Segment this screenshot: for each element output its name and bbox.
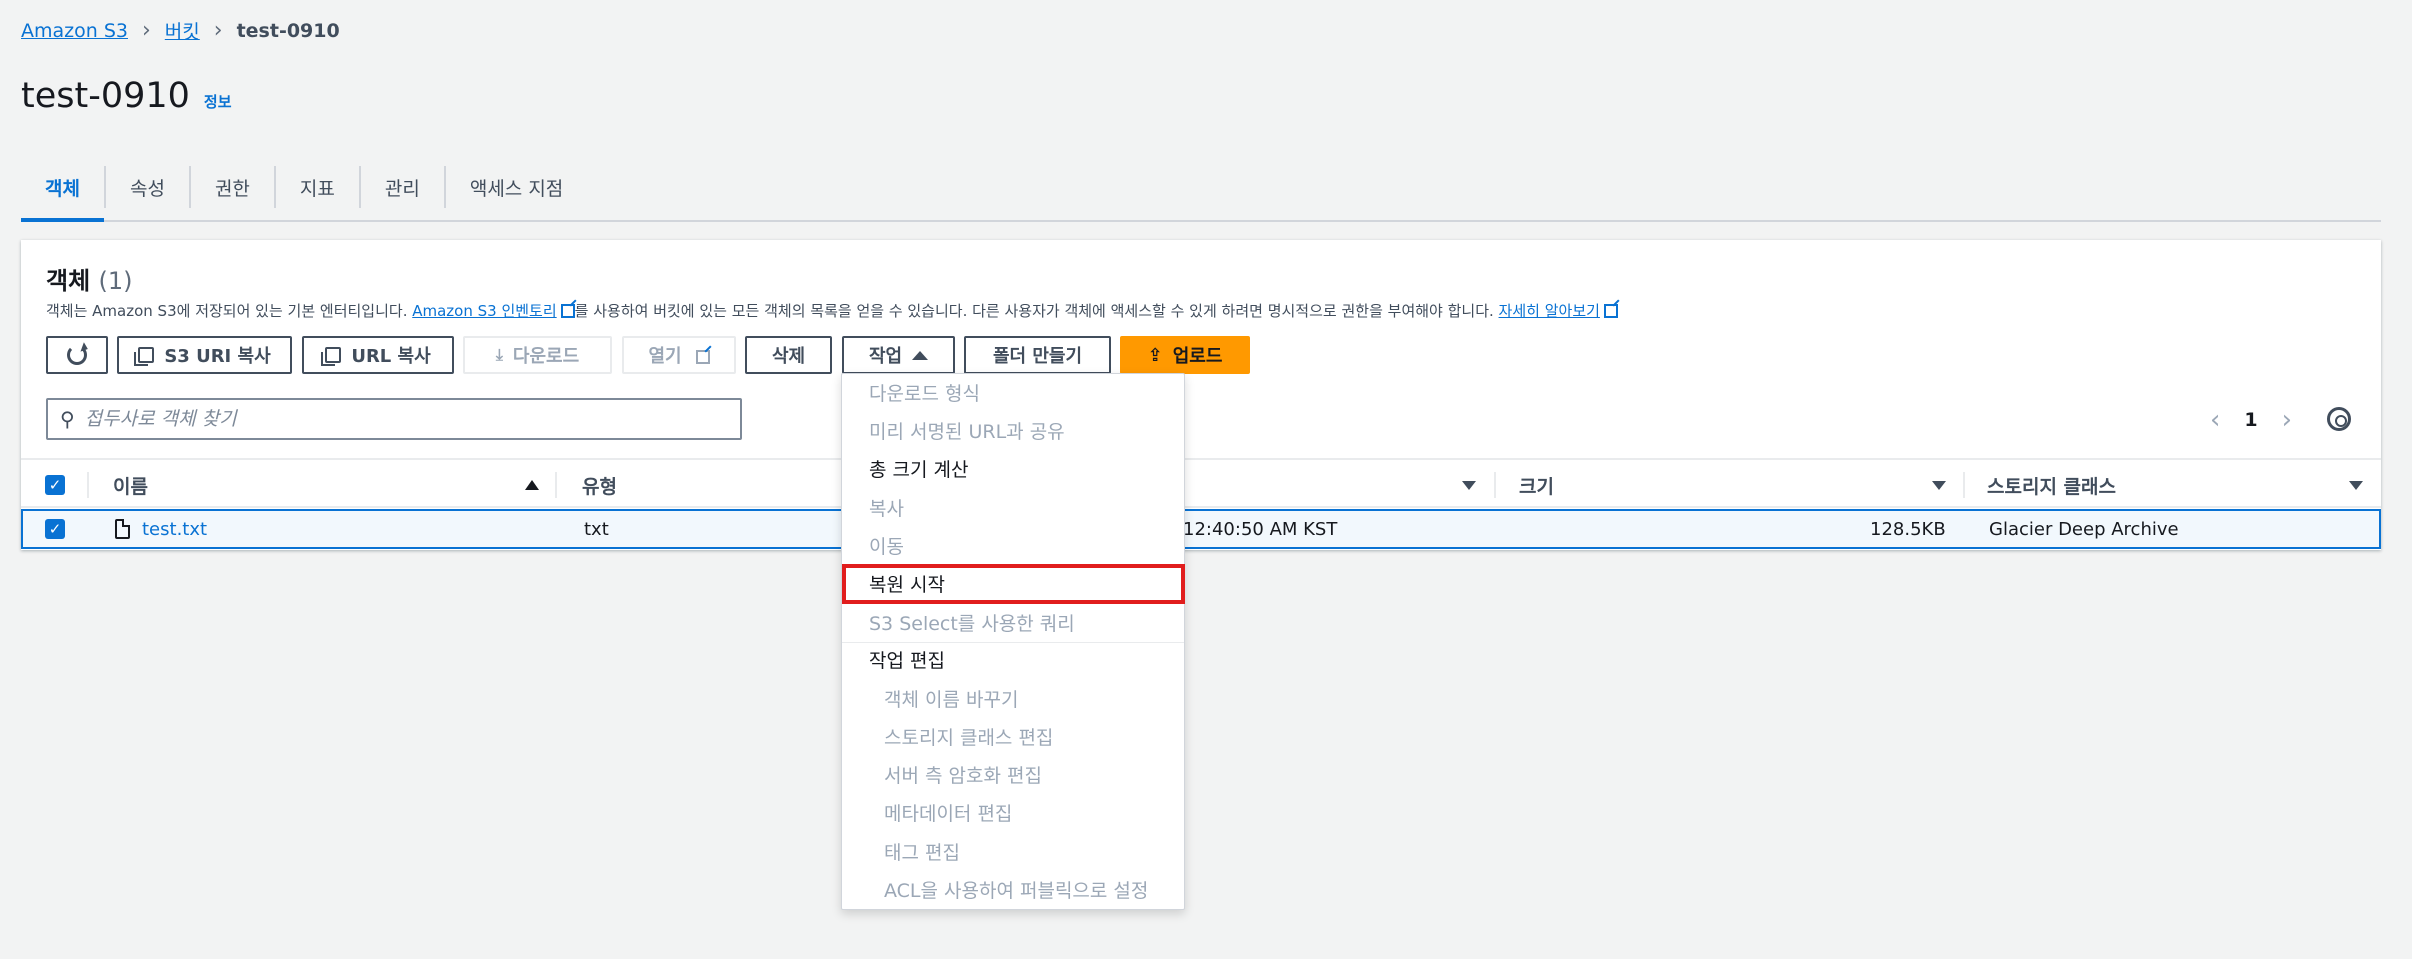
tab-permissions[interactable]: 권한 bbox=[191, 166, 276, 208]
tab-metrics[interactable]: 지표 bbox=[276, 166, 361, 208]
column-header-type[interactable]: 유형 bbox=[582, 460, 617, 510]
open-label: 열기 bbox=[648, 346, 682, 367]
chevron-left-icon[interactable]: ‹ bbox=[2210, 405, 2220, 435]
search-input[interactable] bbox=[84, 408, 685, 430]
delete-label: 삭제 bbox=[771, 346, 806, 367]
actions-button[interactable]: 작업 bbox=[842, 336, 955, 374]
breadcrumb-link-s3[interactable]: Amazon S3 bbox=[21, 20, 128, 42]
highlight-box bbox=[842, 564, 1185, 604]
pagination: ‹ 1 › bbox=[2210, 405, 2292, 435]
copy-icon bbox=[321, 347, 342, 366]
table-header: ✓ 이름 유형 크기 스토리지 클래스 bbox=[21, 458, 2381, 508]
objects-panel-title: 객체 (1) bbox=[46, 261, 133, 296]
row-checkbox[interactable]: ✓ bbox=[45, 511, 65, 547]
external-link-icon bbox=[560, 304, 575, 318]
create-folder-label: 폴더 만들기 bbox=[992, 346, 1083, 367]
copy-icon bbox=[134, 347, 155, 366]
copy-url-button[interactable]: URL 복사 bbox=[302, 336, 454, 374]
menu-item-download-as[interactable]: 다운로드 형식 bbox=[869, 379, 980, 406]
delete-button[interactable]: 삭제 bbox=[745, 336, 832, 374]
column-divider bbox=[1963, 472, 1965, 498]
column-divider bbox=[555, 472, 557, 498]
menu-divider bbox=[842, 642, 1184, 643]
sort-descending-icon[interactable] bbox=[1462, 481, 1476, 490]
menu-item-share-presigned-url[interactable]: 미리 서명된 URL과 공유 bbox=[869, 417, 1065, 444]
learn-more-link[interactable]: 자세히 알아보기 bbox=[1499, 302, 1600, 320]
menu-item-edit-tags[interactable]: 태그 편집 bbox=[884, 838, 960, 865]
object-name-link[interactable]: test.txt bbox=[142, 519, 207, 540]
checkbox-checked-icon: ✓ bbox=[45, 475, 65, 495]
external-link-icon bbox=[695, 350, 710, 364]
column-header-name[interactable]: 이름 bbox=[113, 460, 148, 510]
page-header: test-0910 정보 bbox=[21, 76, 232, 116]
breadcrumb: Amazon S3 › 버킷 › test-0910 bbox=[21, 17, 340, 44]
tab-objects[interactable]: 객체 bbox=[21, 166, 106, 222]
chevron-right-icon: › bbox=[141, 17, 151, 43]
menu-item-make-public-using-acl[interactable]: ACL을 사용하여 퍼블릭으로 설정 bbox=[884, 876, 1148, 903]
column-divider bbox=[87, 472, 89, 498]
info-link[interactable]: 정보 bbox=[204, 91, 232, 112]
upload-button[interactable]: ⇪ 업로드 bbox=[1120, 336, 1250, 374]
table-row[interactable]: ✓ test.txt txt 12:40:50 AM KST 128.5KB G… bbox=[21, 509, 2381, 549]
menu-item-calculate-total-size[interactable]: 총 크기 계산 bbox=[869, 455, 968, 482]
copy-s3-uri-button[interactable]: S3 URI 복사 bbox=[117, 336, 292, 374]
breadcrumb-link-buckets[interactable]: 버킷 bbox=[165, 17, 200, 44]
menu-group-title-edit-actions: 작업 편집 bbox=[869, 650, 945, 672]
checkbox-checked-icon: ✓ bbox=[45, 519, 65, 539]
gear-icon[interactable] bbox=[2327, 407, 2351, 431]
column-divider bbox=[1494, 472, 1496, 498]
caret-up-icon bbox=[912, 350, 929, 360]
download-label: 다운로드 bbox=[512, 346, 580, 367]
tab-properties[interactable]: 속성 bbox=[106, 166, 191, 208]
menu-item-query-with-s3-select[interactable]: S3 Select를 사용한 쿼리 bbox=[869, 609, 1075, 636]
cell-size: 128.5KB bbox=[1870, 518, 1946, 540]
description-text: 를 사용하여 버킷에 있는 모든 객체의 목록을 얻을 수 있습니다. 다른 사… bbox=[574, 302, 1499, 320]
menu-item-edit-metadata[interactable]: 메타데이터 편집 bbox=[884, 799, 1012, 826]
refresh-button[interactable] bbox=[46, 336, 108, 374]
current-page[interactable]: 1 bbox=[2244, 409, 2257, 431]
page-title: test-0910 bbox=[21, 76, 190, 116]
chevron-right-icon[interactable]: › bbox=[2282, 405, 2292, 435]
create-folder-button[interactable]: 폴더 만들기 bbox=[964, 336, 1111, 374]
external-link-icon bbox=[1603, 304, 1618, 318]
select-all-checkbox[interactable]: ✓ bbox=[45, 460, 65, 510]
cell-storage-class: Glacier Deep Archive bbox=[1989, 518, 2179, 540]
menu-item-rename-object[interactable]: 객체 이름 바꾸기 bbox=[884, 685, 1018, 712]
tab-bar: 객체 속성 권한 지표 관리 액세스 지점 bbox=[21, 160, 2381, 222]
copy-s3-uri-label: S3 URI 복사 bbox=[164, 346, 271, 367]
menu-item-copy[interactable]: 복사 bbox=[869, 494, 904, 521]
download-icon: ⤓ bbox=[495, 345, 503, 364]
description-text: 객체는 Amazon S3에 저장되어 있는 기본 엔터티입니다. bbox=[46, 302, 413, 320]
column-header-storage-class[interactable]: 스토리지 클래스 bbox=[1987, 460, 2116, 510]
search-box: ⚲ bbox=[46, 398, 742, 440]
panel-description: 객체는 Amazon S3에 저장되어 있는 기본 엔터티입니다. Amazon… bbox=[46, 300, 1618, 321]
menu-item-edit-server-side-encryption[interactable]: 서버 측 암호화 편집 bbox=[884, 761, 1042, 788]
tab-access-points[interactable]: 액세스 지점 bbox=[446, 166, 587, 208]
tab-management[interactable]: 관리 bbox=[361, 166, 446, 208]
breadcrumb-current: test-0910 bbox=[236, 19, 340, 42]
refresh-icon bbox=[67, 345, 87, 365]
sort-ascending-icon[interactable] bbox=[525, 480, 539, 490]
actions-label: 작업 bbox=[868, 346, 903, 367]
file-icon bbox=[115, 519, 130, 539]
upload-label: 업로드 bbox=[1172, 346, 1223, 367]
cell-type: txt bbox=[584, 518, 609, 540]
panel-title-text: 객체 bbox=[46, 267, 91, 295]
inventory-link[interactable]: Amazon S3 인벤토리 bbox=[412, 302, 556, 320]
download-button[interactable]: ⤓ 다운로드 bbox=[463, 336, 612, 374]
sort-descending-icon[interactable] bbox=[1932, 481, 1946, 490]
copy-url-label: URL 복사 bbox=[351, 346, 431, 367]
actions-dropdown-menu: 다운로드 형식 미리 서명된 URL과 공유 총 크기 계산 복사 이동 복원 … bbox=[841, 373, 1185, 910]
cell-last-modified: 12:40:50 AM KST bbox=[1183, 518, 1338, 540]
menu-item-move[interactable]: 이동 bbox=[869, 532, 904, 559]
chevron-right-icon: › bbox=[213, 17, 223, 43]
cell-name: test.txt bbox=[115, 511, 207, 547]
sort-descending-icon[interactable] bbox=[2349, 481, 2363, 490]
search-icon: ⚲ bbox=[60, 407, 75, 431]
object-count: (1) bbox=[98, 267, 133, 295]
upload-icon: ⇪ bbox=[1147, 344, 1163, 366]
open-button[interactable]: 열기 bbox=[622, 336, 736, 374]
menu-item-edit-storage-class[interactable]: 스토리지 클래스 편집 bbox=[884, 723, 1053, 750]
column-header-size[interactable]: 크기 bbox=[1519, 460, 1554, 510]
